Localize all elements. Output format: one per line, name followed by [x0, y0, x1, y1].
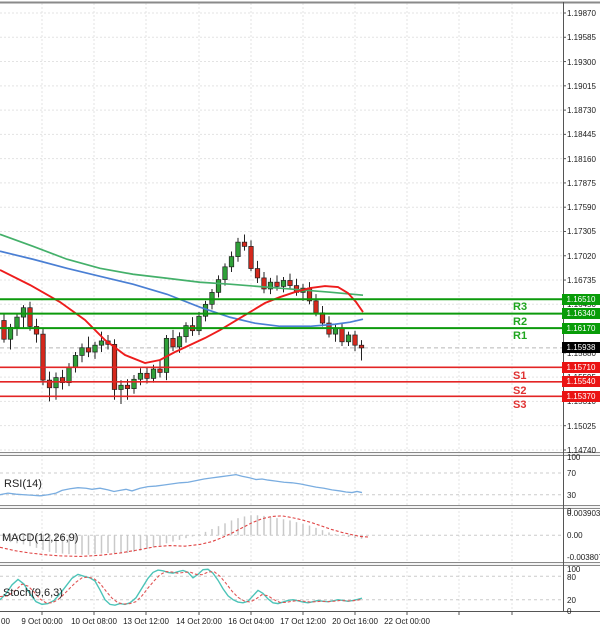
x-axis-label: 17 Oct 12:00	[277, 617, 329, 626]
price-tick-label: 1.19015	[567, 82, 596, 91]
price-tick-label: 1.18730	[567, 106, 596, 115]
stoch-axis-label: 20	[567, 596, 576, 605]
rsi-axis-label: 100	[567, 453, 580, 462]
x-axis-label: 16 Oct 04:00	[225, 617, 277, 626]
price-tick-label: 1.17590	[567, 203, 596, 212]
level-label-r2: R2	[513, 316, 527, 328]
price-tick-label: 1.19870	[567, 9, 596, 18]
macd-axis-label: 0.003903	[567, 509, 600, 518]
price-tick-label: 1.17875	[567, 179, 596, 188]
x-axis-label: 9 Oct 00:00	[16, 617, 68, 626]
forex-chart-window: R3 R2 R1 S1 S2 S3 1.19870 1.19585 1.19300 1.19015…	[0, 0, 600, 636]
price-tick-label: 1.15025	[567, 422, 596, 431]
stoch-axis-label: 80	[567, 573, 576, 582]
resistance-price-badge: 1.16510	[562, 294, 600, 305]
price-tick-label: 1.17020	[567, 252, 596, 261]
level-label-s1: S1	[513, 370, 526, 382]
resistance-price-badge: 1.16170	[562, 323, 600, 334]
price-tick-label: 1.18445	[567, 130, 596, 139]
price-tick-label: 1.17305	[567, 227, 596, 236]
rsi-axis-label: 70	[567, 469, 576, 478]
stoch-indicator-label: Stoch(9,6,3)	[3, 587, 63, 599]
level-label-r3: R3	[513, 301, 527, 313]
level-label-s3: S3	[513, 399, 526, 411]
stoch-axis-label: 0	[567, 607, 571, 616]
x-axis-partial-label: 00	[1, 617, 10, 626]
price-tick-label: 1.19300	[567, 58, 596, 67]
chart-canvas[interactable]	[0, 0, 600, 636]
macd-axis-label: 0.00	[567, 531, 583, 540]
support-price-badge: 1.15370	[562, 391, 600, 402]
x-axis-label: 13 Oct 12:00	[120, 617, 172, 626]
support-price-badge: 1.15540	[562, 376, 600, 387]
resistance-price-badge: 1.16340	[562, 308, 600, 319]
support-price-badge: 1.15710	[562, 362, 600, 373]
current-price-badge: 1.15938	[562, 342, 600, 353]
rsi-axis-label: 30	[567, 491, 576, 500]
price-tick-label: 1.19585	[567, 33, 596, 42]
macd-indicator-label: MACD(12,26,9)	[2, 532, 78, 544]
level-label-r1: R1	[513, 330, 527, 342]
x-axis-label: 14 Oct 20:00	[173, 617, 225, 626]
x-axis-label: 10 Oct 08:00	[68, 617, 120, 626]
price-tick-label: 1.16735	[567, 276, 596, 285]
x-axis-label: 22 Oct 00:00	[381, 617, 433, 626]
macd-axis-label: -0.003807	[567, 553, 600, 562]
x-axis-label: 20 Oct 16:00	[329, 617, 381, 626]
level-label-s2: S2	[513, 385, 526, 397]
rsi-indicator-label: RSI(14)	[4, 478, 42, 490]
price-tick-label: 1.18160	[567, 155, 596, 164]
